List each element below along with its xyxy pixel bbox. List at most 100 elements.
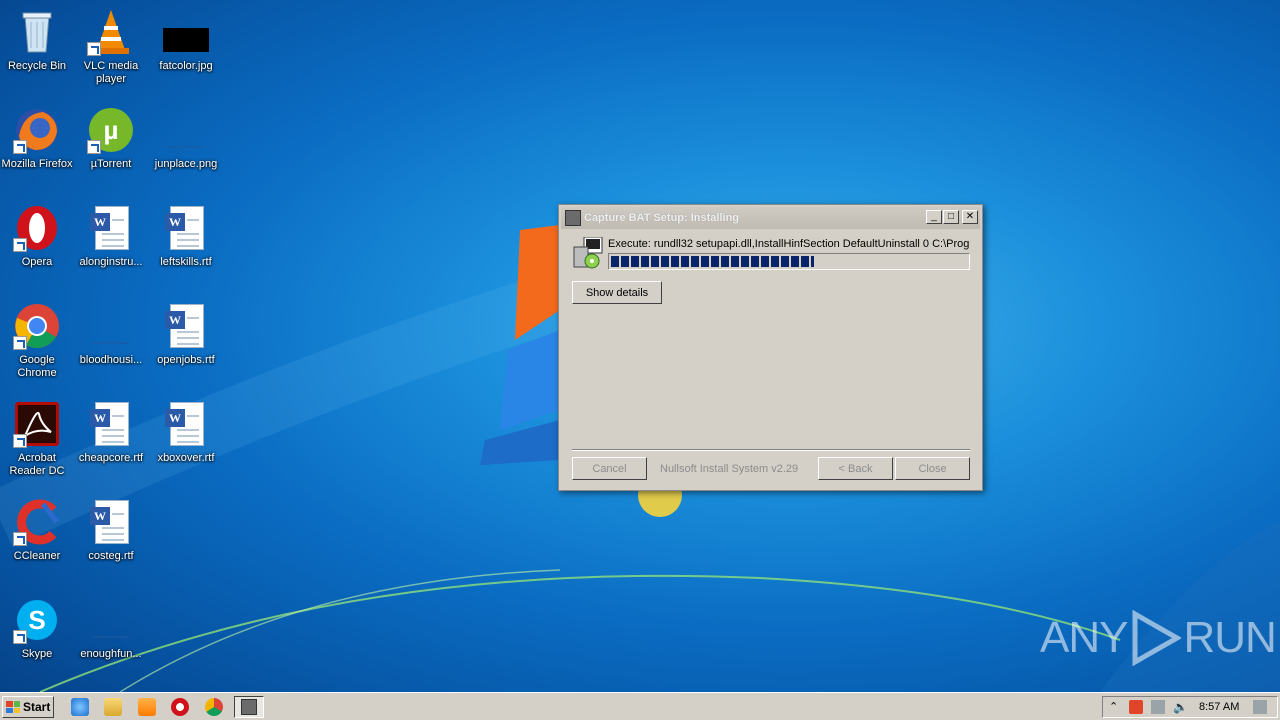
- word-document-icon: W: [162, 302, 210, 350]
- recycle-bin-icon: [13, 8, 61, 56]
- desktop-icon-label: Opera: [21, 256, 53, 268]
- file-explorer-icon[interactable]: [104, 698, 122, 716]
- network-icon[interactable]: [1151, 700, 1165, 714]
- desktop-icon-label: junplace.png: [154, 158, 218, 170]
- shortcut-arrow-icon: [13, 532, 27, 546]
- desktop-icon-alonginstru[interactable]: W alonginstru...: [74, 200, 148, 290]
- watermark-left-text: ANY: [1040, 613, 1128, 662]
- cancel-button[interactable]: Cancel: [572, 457, 647, 480]
- shortcut-arrow-icon: [87, 140, 101, 154]
- desktop-icon-label: VLC media player: [83, 60, 139, 85]
- shortcut-arrow-icon: [13, 336, 27, 350]
- desktop-icon-label: bloodhousi...: [79, 354, 143, 366]
- word-document-icon: W: [87, 498, 135, 546]
- desktop-icon-opera[interactable]: Opera: [0, 200, 74, 290]
- show-hidden-icons-chevron-icon[interactable]: ⌃: [1109, 700, 1123, 714]
- desktop-icon-label: Google Chrome: [17, 354, 57, 379]
- maximize-button[interactable]: □: [943, 210, 959, 224]
- desktop-icon-leftskills[interactable]: W leftskills.rtf: [149, 200, 223, 290]
- action-center-flag-icon[interactable]: [1129, 700, 1143, 714]
- installer-app-icon: [565, 210, 581, 226]
- shortcut-arrow-icon: [13, 434, 27, 448]
- blank-file-icon: [87, 302, 135, 350]
- back-button[interactable]: < Back: [818, 457, 893, 480]
- desktop-icon-label: CCleaner: [13, 550, 61, 562]
- shortcut-arrow-icon: [13, 140, 27, 154]
- desktop-icon-recycle-bin[interactable]: Recycle Bin: [0, 4, 74, 94]
- desktop-icon-label: Mozilla Firefox: [1, 158, 73, 170]
- desktop-icon-skype[interactable]: S Skype: [0, 592, 74, 682]
- volume-icon[interactable]: 🔈: [1173, 700, 1188, 714]
- desktop-icon-label: alonginstru...: [79, 256, 143, 268]
- desktop-icon-label: cheapcore.rtf: [78, 452, 144, 464]
- window-title-bar[interactable]: Capture BAT Setup: Installing _ □ ✕: [561, 207, 980, 229]
- install-progress-bar: [608, 253, 970, 270]
- word-document-icon: W: [87, 400, 135, 448]
- image-thumbnail-icon: [162, 8, 210, 56]
- internet-explorer-icon[interactable]: [71, 698, 89, 716]
- footer-separator: [572, 449, 970, 451]
- anyrun-watermark: ANY RUN: [1040, 610, 1277, 666]
- desktop-icon-label: Recycle Bin: [7, 60, 67, 72]
- opera-taskbar-icon[interactable]: [171, 698, 189, 716]
- desktop-icon-chrome[interactable]: Google Chrome: [0, 298, 74, 388]
- svg-text:S: S: [28, 605, 45, 635]
- desktop-icon-label: enoughfun...: [80, 648, 142, 660]
- minimize-button[interactable]: _: [926, 210, 942, 224]
- installer-window: Capture BAT Setup: Installing _ □ ✕ Exec…: [558, 204, 983, 491]
- desktop-icon-label: xboxover.rtf: [157, 452, 215, 464]
- desktop-icon-label: Skype: [21, 648, 53, 660]
- desktop-icon-utorrent[interactable]: µ µTorrent: [74, 102, 148, 192]
- show-desktop-icon[interactable]: [1253, 700, 1267, 714]
- desktop-icon-openjobs[interactable]: W openjobs.rtf: [149, 298, 223, 388]
- taskbar-clock[interactable]: 8:57 AM: [1199, 701, 1239, 713]
- shortcut-arrow-icon: [13, 630, 27, 644]
- close-window-button[interactable]: ✕: [962, 210, 978, 224]
- progress-fill: [611, 256, 814, 267]
- word-document-icon: W: [162, 204, 210, 252]
- taskbar-installer-button[interactable]: [234, 696, 264, 718]
- system-tray: ⌃ 🔈 8:57 AM: [1102, 696, 1278, 718]
- start-button[interactable]: Start: [2, 696, 54, 718]
- taskbar: Start ⌃ 🔈 8:57 AM: [0, 692, 1280, 720]
- vlc-cone-icon: [87, 8, 135, 56]
- firefox-icon: [13, 106, 61, 154]
- desktop-icon-cheapcore[interactable]: W cheapcore.rtf: [74, 396, 148, 486]
- windows-flag-icon: [6, 701, 20, 713]
- desktop-icon-enoughfun[interactable]: enoughfun...: [74, 592, 148, 682]
- desktop-icon-label: openjobs.rtf: [157, 354, 215, 366]
- desktop-icon-xboxover[interactable]: W xboxover.rtf: [149, 396, 223, 486]
- svg-text:µ: µ: [104, 115, 119, 145]
- installer-taskbar-icon: [241, 699, 257, 715]
- execute-status-text: Execute: rundll32 setupapi.dll,InstallHi…: [608, 238, 970, 250]
- desktop-icon-label: leftskills.rtf: [160, 256, 212, 268]
- desktop-icon-label: µTorrent: [90, 158, 132, 170]
- desktop-icon-vlc[interactable]: VLC media player: [74, 4, 148, 94]
- installer-icon: [573, 237, 603, 269]
- show-details-button[interactable]: Show details: [572, 281, 662, 304]
- desktop-icon-junplace[interactable]: junplace.png: [149, 102, 223, 192]
- image-thumbnail-icon: [162, 106, 210, 154]
- desktop-icon-costeg[interactable]: W costeg.rtf: [74, 494, 148, 584]
- desktop-icon-acrobat[interactable]: Acrobat Reader DC: [0, 396, 74, 486]
- play-triangle-icon: [1132, 610, 1182, 666]
- media-player-icon[interactable]: [138, 698, 156, 716]
- window-title: Capture BAT Setup: Installing: [584, 212, 740, 224]
- desktop-icon-fatcolor[interactable]: fatcolor.jpg: [149, 4, 223, 94]
- ccleaner-icon: [13, 498, 61, 546]
- utorrent-icon: µ: [87, 106, 135, 154]
- desktop-icon-ccleaner[interactable]: CCleaner: [0, 494, 74, 584]
- desktop-icon-label: Acrobat Reader DC: [9, 452, 65, 477]
- close-button[interactable]: Close: [895, 457, 970, 480]
- chrome-taskbar-icon[interactable]: [205, 698, 223, 716]
- skype-icon: S: [13, 596, 61, 644]
- desktop-icon-label: fatcolor.jpg: [159, 60, 213, 72]
- desktop-icon-bloodhousi[interactable]: bloodhousi...: [74, 298, 148, 388]
- start-label: Start: [23, 700, 51, 714]
- acrobat-reader-icon: [13, 400, 61, 448]
- desktop-icon-firefox[interactable]: Mozilla Firefox: [0, 102, 74, 192]
- word-document-icon: W: [87, 204, 135, 252]
- nsis-brand-text: Nullsoft Install System v2.29: [660, 463, 799, 475]
- shortcut-arrow-icon: [13, 238, 27, 252]
- watermark-right-text: RUN: [1183, 613, 1276, 662]
